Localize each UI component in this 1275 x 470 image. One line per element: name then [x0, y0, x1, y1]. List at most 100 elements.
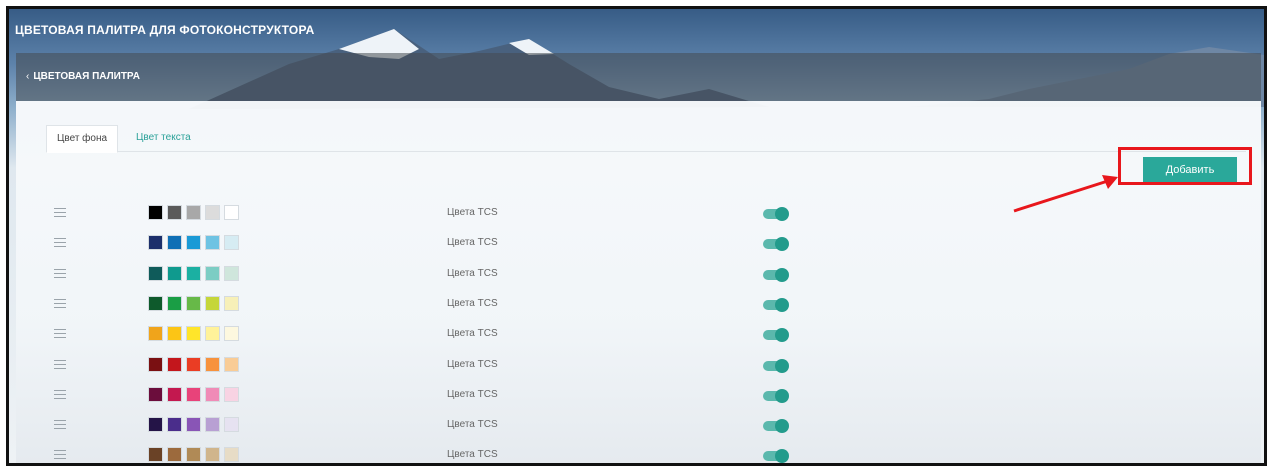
color-swatches — [148, 205, 239, 220]
color-swatches — [148, 386, 239, 402]
enable-toggle[interactable] — [763, 449, 789, 463]
palette-label: Цвета TCS — [447, 297, 498, 309]
enable-toggle[interactable] — [763, 358, 789, 373]
color-swatch — [148, 205, 163, 220]
breadcrumb-bar: ‹ ЦВЕТОВАЯ ПАЛИТРА — [16, 53, 1261, 101]
drag-handle-icon[interactable] — [54, 359, 66, 372]
table-row: Цвета TCS — [16, 290, 1261, 320]
color-swatch — [186, 235, 201, 251]
palette-label: Цвета TCS — [447, 388, 498, 400]
table-row: Цвета TCS — [16, 441, 1261, 463]
color-swatch — [186, 386, 201, 402]
color-swatch — [167, 205, 182, 220]
color-swatch — [148, 326, 163, 342]
chevron-left-icon: ‹ — [26, 71, 30, 82]
palette-label: Цвета TCS — [447, 449, 498, 461]
color-swatch — [167, 326, 182, 342]
drag-handle-icon[interactable] — [54, 420, 66, 432]
enable-toggle[interactable] — [763, 388, 789, 403]
enable-toggle[interactable] — [763, 297, 789, 312]
app-title: ЦВЕТОВАЯ ПАЛИТРА ДЛЯ ФОТОКОНСТРУКТОРА — [15, 23, 315, 37]
color-swatch — [224, 447, 239, 463]
color-swatch — [205, 447, 220, 463]
tab-text-color[interactable]: Цвет текста — [126, 125, 201, 151]
tab-bar: Цвет фона Цвет текста — [46, 119, 1246, 153]
app-window: ЦВЕТОВАЯ ПАЛИТРА ДЛЯ ФОТОКОНСТРУКТОРА ‹ Ц… — [6, 6, 1267, 466]
drag-handle-icon[interactable] — [54, 268, 66, 281]
color-swatch — [167, 386, 182, 402]
palette-label: Цвета TCS — [447, 358, 498, 370]
color-swatch — [224, 205, 239, 220]
table-row: Цвета TCS — [16, 351, 1261, 381]
color-swatch — [205, 265, 220, 281]
drag-handle-icon[interactable] — [54, 298, 66, 311]
color-swatch — [224, 295, 239, 311]
highlight-box — [1118, 147, 1252, 185]
palette-label: Цвета TCS — [447, 267, 498, 279]
table-row: Цвета TCS — [16, 260, 1261, 290]
color-swatch — [224, 326, 239, 342]
color-swatches — [148, 265, 239, 281]
color-swatch — [205, 386, 220, 402]
color-swatches — [148, 235, 239, 251]
color-swatch — [167, 417, 182, 433]
enable-toggle[interactable] — [763, 207, 789, 221]
color-swatch — [205, 356, 220, 372]
color-swatch — [148, 235, 163, 251]
color-swatch — [205, 417, 220, 433]
app-header: ЦВЕТОВАЯ ПАЛИТРА ДЛЯ ФОТОКОНСТРУКТОРА — [9, 9, 1264, 53]
color-swatch — [186, 356, 201, 372]
color-swatch — [148, 386, 163, 402]
color-swatch — [205, 326, 220, 342]
content-panel: Цвет фона Цвет текста Добавить Цвета TCS… — [16, 101, 1261, 463]
color-swatch — [224, 265, 239, 281]
drag-handle-icon[interactable] — [54, 450, 66, 462]
palette-label: Цвета TCS — [447, 237, 498, 249]
back-link-label: ЦВЕТОВАЯ ПАЛИТРА — [33, 71, 140, 82]
enable-toggle[interactable] — [763, 328, 789, 343]
color-swatch — [167, 295, 182, 311]
table-row: Цвета TCS — [16, 199, 1261, 229]
color-swatches — [148, 356, 239, 372]
color-swatch — [186, 205, 201, 220]
color-swatch — [186, 295, 201, 311]
table-row: Цвета TCS — [16, 411, 1261, 441]
enable-toggle[interactable] — [763, 237, 789, 252]
color-swatch — [148, 295, 163, 311]
table-row: Цвета TCS — [16, 320, 1261, 350]
color-swatches — [148, 295, 239, 311]
color-swatches — [148, 447, 239, 463]
table-row: Цвета TCS — [16, 381, 1261, 411]
color-swatch — [224, 235, 239, 251]
enable-toggle[interactable] — [763, 419, 789, 434]
color-swatch — [167, 356, 182, 372]
drag-handle-icon[interactable] — [54, 329, 66, 341]
color-swatch — [167, 447, 182, 463]
color-swatch — [148, 447, 163, 463]
color-swatch — [167, 235, 182, 251]
color-swatches — [148, 417, 239, 433]
palette-label: Цвета TCS — [447, 328, 498, 340]
color-swatch — [224, 417, 239, 433]
color-swatch — [186, 326, 201, 342]
color-swatch — [205, 205, 220, 220]
color-swatch — [186, 417, 201, 433]
color-swatch — [205, 295, 220, 311]
tab-background-color[interactable]: Цвет фона — [46, 125, 119, 153]
color-swatch — [224, 356, 239, 372]
color-swatch — [148, 265, 163, 281]
enable-toggle[interactable] — [763, 267, 789, 282]
palette-label: Цвета TCS — [447, 207, 498, 218]
color-swatch — [148, 417, 163, 433]
color-swatch — [148, 356, 163, 372]
drag-handle-icon[interactable] — [54, 208, 66, 220]
color-swatch — [224, 386, 239, 402]
color-swatches — [148, 326, 239, 342]
back-link[interactable]: ‹ ЦВЕТОВАЯ ПАЛИТРА — [26, 71, 140, 82]
color-swatch — [186, 265, 201, 281]
drag-handle-icon[interactable] — [54, 238, 66, 250]
palette-label: Цвета TCS — [447, 419, 498, 431]
table-row: Цвета TCS — [16, 229, 1261, 259]
color-swatch — [205, 235, 220, 251]
drag-handle-icon[interactable] — [54, 389, 66, 402]
